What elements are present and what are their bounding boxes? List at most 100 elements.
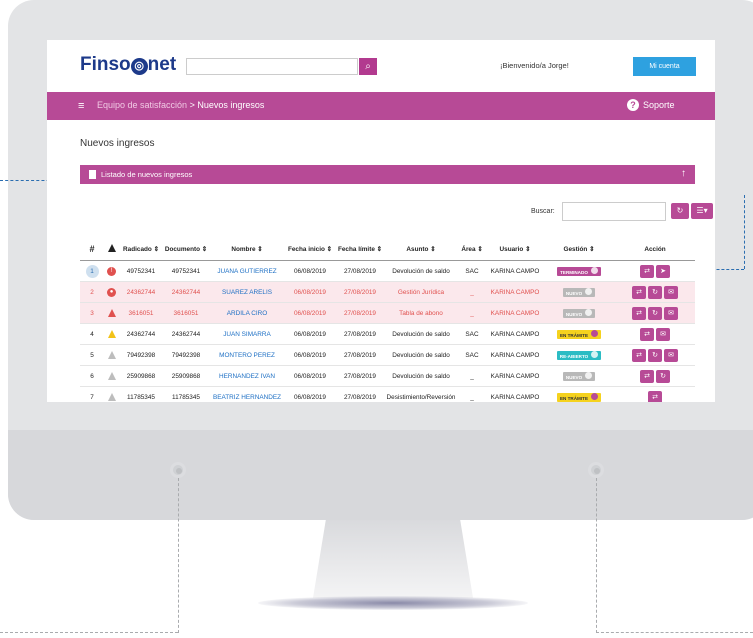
cell-usuario: KARINA CAMPO [487,281,543,303]
row-number: 1 [85,264,99,278]
cell-documento: 25909868 [163,365,209,387]
status-badge[interactable]: NUEVO [562,287,596,297]
reload-button[interactable]: ↻ [648,306,662,320]
cell-asunto: Devolución de saldo [385,365,457,387]
assign-button[interactable]: ⇄ [648,390,662,402]
status-badge[interactable]: TERMINADO [557,266,601,276]
status-badge[interactable]: NUEVO [562,371,596,381]
cell-fecha-inicio: 06/08/2019 [285,302,335,324]
reload-button[interactable]: ↻ [648,285,662,299]
cell-nombre-link[interactable]: ARDILA CIRO [209,302,285,324]
cell-radicado: 25909868 [119,365,163,387]
breadcrumb-current: Nuevos ingresos [197,100,265,110]
cell-documento: 24362744 [163,323,209,345]
reload-button[interactable]: ↻ [656,369,670,383]
search-label: Buscar: [531,208,555,215]
col-gestion[interactable]: Gestión ⇕ [543,238,615,261]
cell-documento: 11785345 [163,386,209,402]
collapse-arrow-icon[interactable]: ↑ [681,168,686,179]
row-number: 5 [80,344,104,366]
support-link[interactable]: ? Soporte [627,99,675,111]
cell-nombre-link[interactable]: JUAN SIMARRA [209,323,285,345]
cell-fecha-inicio: 06/08/2019 [285,260,335,282]
table-search-input[interactable] [562,202,666,221]
search-button[interactable]: ⌕ [359,58,377,75]
assign-button[interactable]: ⇄ [640,264,654,278]
cell-nombre-link[interactable]: SUAREZ ARELIS [209,281,285,303]
assign-button[interactable]: ⇄ [640,327,654,341]
top-header: Finso ◎ net ⌕ ¡Bienvenido/a Jorge! Mi cuen… [47,40,715,92]
cell-area: _ [457,386,487,402]
cell-asunto: Devolución de saldo [385,323,457,345]
monitor-dot-left [170,462,186,478]
table-row[interactable]: 4 24362744 24362744 JUAN SIMARRA 06/08/2… [80,323,695,345]
monitor-stand [313,520,473,598]
reload-button[interactable]: ↻ [648,348,662,362]
panel-header[interactable]: Listado de nuevos ingresos ↑ [80,165,695,184]
callout-line-bottom-left-h [0,632,178,633]
refresh-button[interactable]: ↻ [671,203,689,219]
assign-button[interactable]: ⇄ [640,369,654,383]
eye-icon [591,329,599,337]
cell-usuario: KARINA CAMPO [487,365,543,387]
table-row[interactable]: 7 11785345 11785345 BEATRIZ HERNANDEZ 06… [80,386,695,402]
mail-button[interactable]: ✉ [664,306,678,320]
cell-fecha-limite: 27/08/2019 [335,260,385,282]
col-number[interactable]: # [80,238,104,261]
mail-button[interactable]: ✉ [664,348,678,362]
columns-button[interactable]: ☰▾ [691,203,713,219]
search-input[interactable] [186,58,358,75]
mail-button[interactable]: ✉ [664,285,678,299]
col-priority [104,238,119,261]
table-row[interactable]: 1 ! 49752341 49752341 JUANA GUTIERREZ 06… [80,260,695,282]
warning-yellow-icon [107,329,116,338]
col-usuario[interactable]: Usuario ⇕ [487,238,543,261]
col-fecha-limite[interactable]: Fecha límite ⇕ [335,238,385,261]
status-badge[interactable]: EN TRÁMITE [556,392,602,402]
col-fecha-inicio[interactable]: Fecha inicio ⇕ [285,238,335,261]
menu-icon[interactable]: ≡ [78,100,84,112]
cell-nombre-link[interactable]: MONTERO PEREZ [209,344,285,366]
col-asunto[interactable]: Asunto ⇕ [385,238,457,261]
status-badge[interactable]: EN TRÁMITE [556,329,602,339]
col-nombre[interactable]: Nombre ⇕ [209,238,285,261]
table-row[interactable]: 3 3616051 3616051 ARDILA CIRO 06/08/2019… [80,302,695,324]
cell-fecha-limite: 27/08/2019 [335,281,385,303]
col-area[interactable]: Área ⇕ [457,238,487,261]
status-badge[interactable]: RE-ABIERTO [556,350,602,360]
cell-documento: 3616051 [163,302,209,324]
my-account-button[interactable]: Mi cuenta [633,57,696,76]
eye-icon [591,350,599,358]
cell-documento: 79492398 [163,344,209,366]
mail-button[interactable]: ✉ [656,327,670,341]
cell-fecha-limite: 27/08/2019 [335,302,385,324]
row-number: 2 [80,281,104,303]
breadcrumb: Equipo de satisfacción > Nuevos ingresos [97,100,264,110]
assign-button[interactable]: ⇄ [632,285,646,299]
table-row[interactable]: 6 25909868 25909868 HERNANDEZ IVAN 06/08… [80,365,695,387]
status-badge[interactable]: NUEVO [562,308,596,318]
eye-icon [590,266,598,274]
cell-asunto: Devolución de saldo [385,344,457,366]
breadcrumb-root[interactable]: Equipo de satisfacción [97,100,187,110]
cell-nombre-link[interactable]: BEATRIZ HERNANDEZ [209,386,285,402]
table-row[interactable]: 5 79492398 79492398 MONTERO PEREZ 06/08/… [80,344,695,366]
cell-fecha-limite: 27/08/2019 [335,386,385,402]
table-row[interactable]: 2 ● 24362744 24362744 SUAREZ ARELIS 06/0… [80,281,695,303]
cell-fecha-inicio: 06/08/2019 [285,386,335,402]
cell-nombre-link[interactable]: HERNANDEZ IVAN [209,365,285,387]
send-button[interactable]: ➤ [656,264,670,278]
finsonet-logo[interactable]: Finso ◎ net [80,54,176,76]
cell-fecha-limite: 27/08/2019 [335,323,385,345]
cell-nombre-link[interactable]: JUANA GUTIERREZ [209,260,285,282]
assign-button[interactable]: ⇄ [632,348,646,362]
col-radicado[interactable]: Radicado ⇕ [119,238,163,261]
cell-radicado: 11785345 [119,386,163,402]
warning-red-icon [107,308,116,317]
warning-grey-icon [107,350,116,359]
cell-usuario: KARINA CAMPO [487,344,543,366]
col-documento[interactable]: Documento ⇕ [163,238,209,261]
cell-radicado: 24362744 [119,281,163,303]
assign-button[interactable]: ⇄ [632,306,646,320]
cell-usuario: KARINA CAMPO [487,386,543,402]
